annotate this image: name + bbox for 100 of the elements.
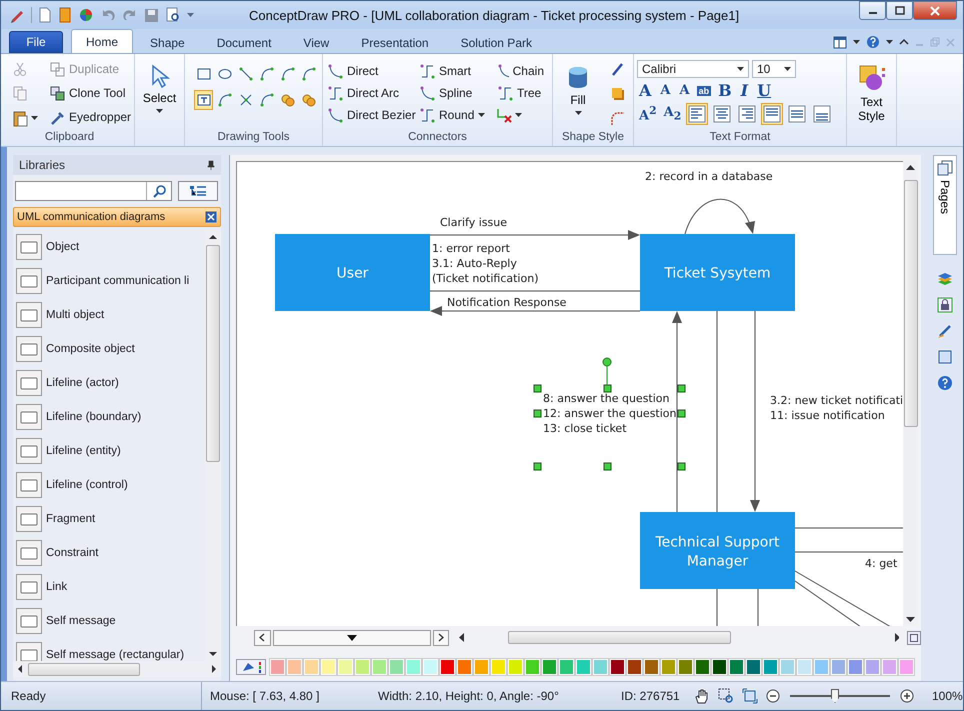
library-item[interactable]: Lifeline (boundary): [13, 400, 205, 434]
color-wheel-icon[interactable]: [78, 7, 94, 23]
color-swatch[interactable]: [644, 659, 659, 675]
color-swatch[interactable]: [287, 659, 302, 675]
color-swatch[interactable]: [321, 659, 336, 675]
color-swatch[interactable]: [304, 659, 319, 675]
brush-icon[interactable]: [937, 323, 953, 339]
text-format-button[interactable]: ab: [696, 86, 712, 96]
text-format-button[interactable]: A: [637, 81, 654, 100]
connector-button[interactable]: Tree: [496, 82, 546, 104]
color-swatch[interactable]: [882, 659, 897, 675]
connector-button[interactable]: Spline: [418, 82, 496, 104]
select-button[interactable]: Select: [138, 58, 181, 130]
dropdown-caret-icon[interactable]: [31, 115, 38, 121]
slider-thumb[interactable]: [831, 689, 839, 703]
color-swatch[interactable]: [661, 659, 676, 675]
text-format-button[interactable]: U: [755, 81, 774, 100]
ribbon-tab[interactable]: Document: [202, 31, 286, 53]
script-button[interactable]: A$_{2}$: [662, 105, 684, 123]
clipboard-button[interactable]: Clone Tool: [48, 82, 134, 104]
square-shadow-icon[interactable]: [610, 86, 626, 102]
text-format-button[interactable]: A: [678, 83, 692, 98]
maximize-button[interactable]: [886, 1, 913, 20]
color-swatch[interactable]: [831, 659, 846, 675]
fill-button[interactable]: Fill: [556, 58, 600, 130]
ribbon-tab[interactable]: Solution Park: [446, 31, 547, 53]
scrollbar[interactable]: [459, 631, 900, 644]
ribbon-tab[interactable]: View: [288, 31, 344, 53]
selection-handles[interactable]: [534, 358, 686, 470]
color-swatch[interactable]: [593, 659, 608, 675]
color-swatch[interactable]: [746, 659, 761, 675]
script-button[interactable]: A$^{2}$: [637, 104, 659, 124]
connector-button[interactable]: Chain: [496, 60, 546, 82]
color-swatch[interactable]: [372, 659, 387, 675]
library-item[interactable]: Constraint: [13, 536, 205, 570]
color-swatch[interactable]: [406, 659, 421, 675]
clipboard-button[interactable]: Eyedropper: [48, 106, 134, 128]
color-swatch[interactable]: [712, 659, 727, 675]
ribbon-tab[interactable]: Home: [71, 29, 134, 53]
self-loop-arrow[interactable]: [684, 198, 755, 234]
dropdown-caret-icon[interactable]: [886, 39, 893, 45]
color-swatch[interactable]: [457, 659, 472, 675]
text-box-tool-icon[interactable]: [194, 90, 213, 110]
text-format-button[interactable]: I: [738, 81, 750, 100]
color-swatch[interactable]: [814, 659, 829, 675]
library-header[interactable]: UML communication diagrams: [13, 207, 221, 227]
zoom-in-icon[interactable]: [900, 689, 914, 703]
align-left-button[interactable]: [686, 103, 708, 125]
previous-page-button[interactable]: [254, 630, 271, 646]
connector-button[interactable]: Smart: [418, 60, 496, 82]
color-swatch[interactable]: [763, 659, 778, 675]
library-item[interactable]: Composite object: [13, 332, 205, 366]
library-item[interactable]: Participant communication li: [13, 264, 205, 298]
lock-icon[interactable]: [937, 297, 953, 313]
color-swatch[interactable]: [559, 659, 574, 675]
pin-icon[interactable]: [207, 160, 215, 170]
color-swatch[interactable]: [695, 659, 710, 675]
collapse-ribbon-icon[interactable]: [899, 38, 909, 46]
font-select[interactable]: Calibri: [637, 60, 749, 78]
fill-tool-icon[interactable]: [236, 659, 266, 675]
close-button[interactable]: [913, 1, 957, 20]
book-icon[interactable]: [58, 7, 72, 23]
connector-button[interactable]: Direct: [326, 60, 418, 82]
color-swatch[interactable]: [797, 659, 812, 675]
text-format-button[interactable]: A: [658, 83, 673, 98]
file-menu-button[interactable]: File: [9, 31, 63, 53]
help-icon[interactable]: [937, 375, 953, 391]
library-item[interactable]: Self message: [13, 604, 205, 638]
message-label[interactable]: 3.2: new ticket notificati 11: issue notification: [770, 394, 903, 422]
message-label[interactable]: 1: error report 3.1: Auto-Reply (Ticket notification): [432, 242, 538, 285]
scrollbar[interactable]: [205, 230, 221, 661]
hand-icon[interactable]: [694, 688, 710, 704]
scrollbar[interactable]: [13, 661, 221, 677]
library-item[interactable]: Lifeline (entity): [13, 434, 205, 468]
connector-line[interactable]: [794, 580, 862, 626]
save-icon[interactable]: [144, 8, 159, 22]
library-item[interactable]: Object: [13, 230, 205, 264]
library-item[interactable]: Fragment: [13, 502, 205, 536]
dropdown-caret-icon[interactable]: [515, 112, 522, 118]
color-swatch[interactable]: [780, 659, 795, 675]
close-icon[interactable]: [205, 211, 217, 223]
color-swatch[interactable]: [491, 659, 506, 675]
library-item[interactable]: Link: [13, 570, 205, 604]
align-top-button[interactable]: [761, 103, 784, 125]
message-label[interactable]: Notification Response: [447, 296, 566, 309]
search-field[interactable]: [15, 181, 172, 201]
color-swatch[interactable]: [474, 659, 489, 675]
tree-view-button[interactable]: [178, 181, 218, 201]
zoom-out-icon[interactable]: [766, 689, 780, 703]
connector-line[interactable]: [794, 570, 892, 626]
paste-icon[interactable]: [12, 109, 28, 127]
align-bottom-button[interactable]: [811, 103, 834, 125]
color-swatch[interactable]: [338, 659, 353, 675]
corner-icon[interactable]: [610, 110, 626, 127]
color-swatch[interactable]: [627, 659, 642, 675]
color-swatch[interactable]: [542, 659, 557, 675]
color-swatch[interactable]: [389, 659, 404, 675]
help-icon[interactable]: [866, 35, 880, 49]
pages-tab[interactable]: Pages: [933, 155, 957, 255]
window-layout-icon[interactable]: [833, 36, 847, 48]
